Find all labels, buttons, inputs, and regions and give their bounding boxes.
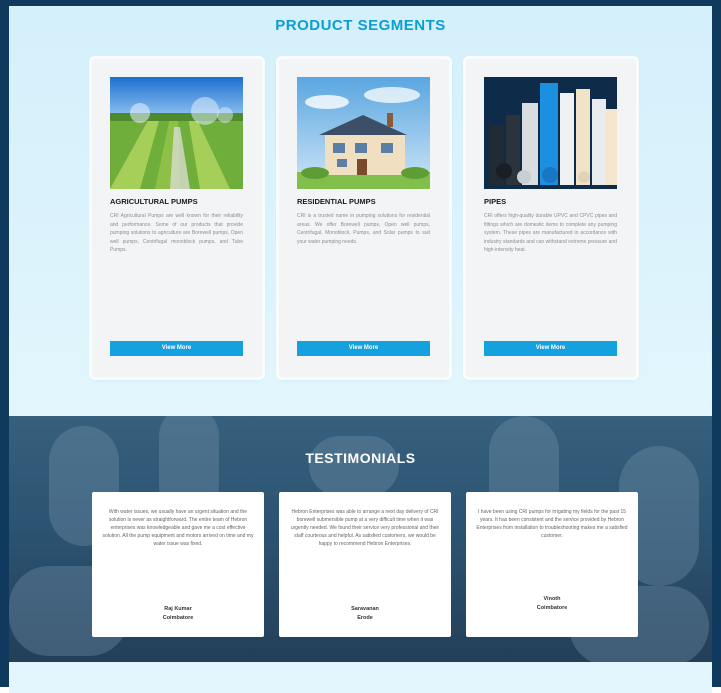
page-frame: PRODUCT SEGMENTS AGRICULTURAL PUMPS CRI … xyxy=(0,0,721,693)
product-card-title: AGRICULTURAL PUMPS xyxy=(110,197,198,206)
product-card-residential: RESIDENTIAL PUMPS CRI is a trusted name … xyxy=(279,59,449,377)
testimonial-text: Hebron Enterprises was able to arrange a… xyxy=(290,509,440,547)
product-segments-section: PRODUCT SEGMENTS AGRICULTURAL PUMPS CRI … xyxy=(9,6,712,416)
view-more-button-residential[interactable]: View More xyxy=(297,341,430,356)
agricultural-pumps-image xyxy=(110,77,243,189)
section-title: PRODUCT SEGMENTS xyxy=(275,17,446,34)
testimonial-city: Coimbatore xyxy=(536,605,568,611)
view-more-button-agricultural[interactable]: View More xyxy=(110,341,243,356)
product-card-agricultural: AGRICULTURAL PUMPS CRI Agricultural Pump… xyxy=(92,59,262,377)
product-card-description: CRI Agricultural Pumps are well known fo… xyxy=(110,213,243,253)
testimonial-text: I have been using CRI pumps for irrigati… xyxy=(476,509,628,539)
product-card-title: PIPES xyxy=(484,197,507,206)
product-card-title: RESIDENTIAL PUMPS xyxy=(297,197,376,206)
testimonial-author: Vinoth xyxy=(543,596,561,602)
section-title: TESTIMONIALS xyxy=(305,450,416,466)
pipes-image xyxy=(484,77,617,189)
testimonial-card: Hebron Enterprises was able to arrange a… xyxy=(279,492,451,637)
testimonial-author: Saravanan xyxy=(351,606,379,612)
testimonial-city: Erode xyxy=(357,615,373,621)
testimonial-card: With water issues, we usually have an ur… xyxy=(92,492,264,637)
testimonials-section: TESTIMONIALS With water issues, we usual… xyxy=(9,416,712,662)
footer-strip xyxy=(9,662,712,693)
product-card-pipes: PIPES CRI offers high-quality durable UP… xyxy=(466,59,636,377)
residential-pumps-image xyxy=(297,77,430,189)
product-card-description: CRI offers high-quality durable UPVC and… xyxy=(484,213,617,253)
testimonial-author: Raj Kumar xyxy=(164,606,192,612)
product-card-description: CRI is a trusted name in pumping solutio… xyxy=(297,213,430,245)
testimonial-card: I have been using CRI pumps for irrigati… xyxy=(466,492,638,637)
testimonial-city: Coimbatore xyxy=(162,615,194,621)
testimonial-text: With water issues, we usually have an ur… xyxy=(102,509,254,547)
view-more-button-pipes[interactable]: View More xyxy=(484,341,617,356)
